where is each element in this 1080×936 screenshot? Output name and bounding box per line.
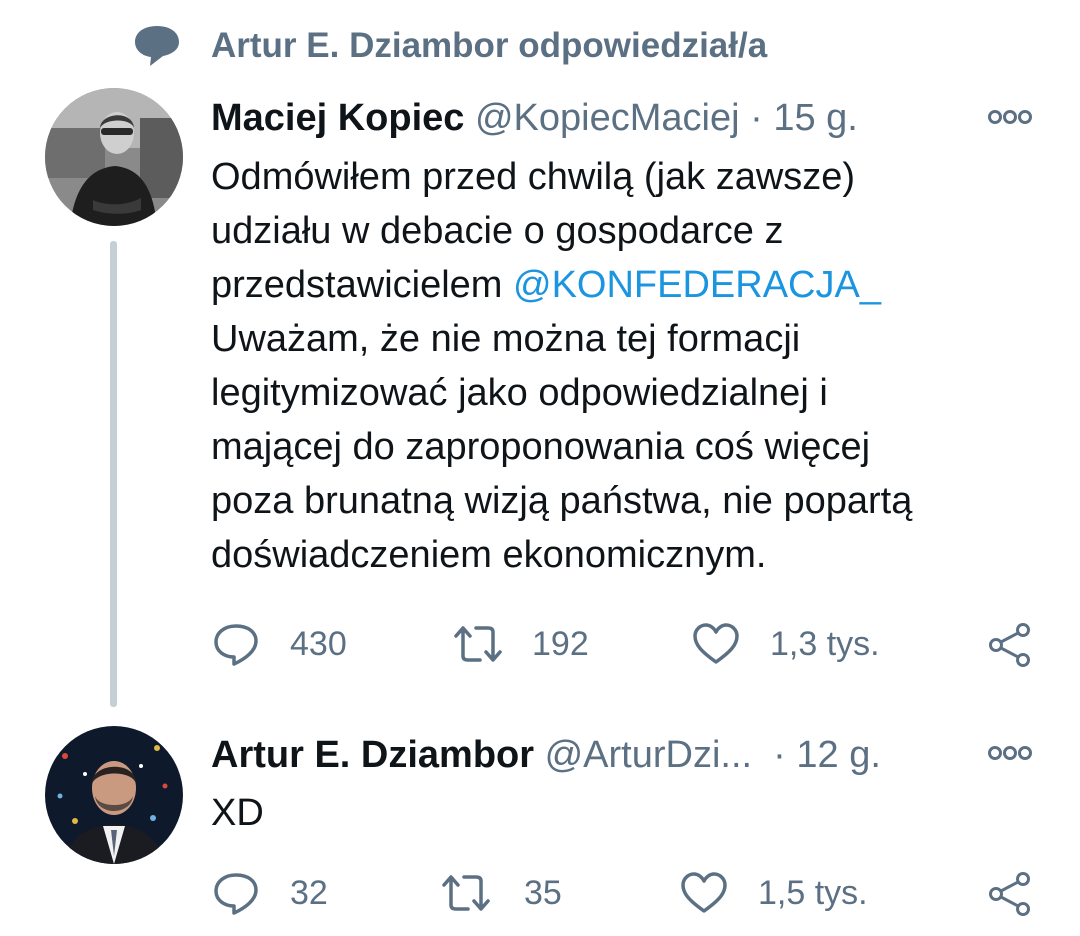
reply-action[interactable]: 32 xyxy=(212,871,372,915)
retweet-action[interactable]: 35 xyxy=(440,871,600,915)
reply-icon xyxy=(214,873,258,915)
like-action[interactable]: 1,3 tys. xyxy=(692,622,892,666)
reply-count: 430 xyxy=(290,625,347,663)
like-action[interactable]: 1,5 tys. xyxy=(680,871,880,915)
like-count: 1,5 tys. xyxy=(758,874,868,912)
reply-count: 32 xyxy=(290,874,328,912)
tweet-text-line: udziału w debacie o gospodarce z xyxy=(211,210,784,252)
reply-action[interactable]: 430 xyxy=(212,622,372,666)
tweet-text-line: legitymizować jako odpowiedzialnej i xyxy=(211,372,828,414)
tweet-text-line: XD xyxy=(211,792,264,834)
author-name[interactable]: Maciej Kopiec xyxy=(211,97,464,139)
avatar-artur-dziambor[interactable] xyxy=(45,726,183,864)
retweet-count: 192 xyxy=(532,625,589,663)
mention-link[interactable]: @KONFEDERACJA_ xyxy=(513,264,881,306)
avatar-maciej-kopiec[interactable] xyxy=(45,88,183,226)
more-options-icon[interactable] xyxy=(987,107,1033,127)
heart-icon xyxy=(681,872,727,913)
tweet-body: Odmówiłem przed chwilą (jak zawsze) udzi… xyxy=(211,150,1041,582)
author-handle[interactable]: @KopiecMaciej xyxy=(475,97,740,139)
tweet-text-line: Odmówiłem przed chwilą (jak zawsze) xyxy=(211,156,856,198)
separator-dot: · xyxy=(750,97,763,139)
author-name[interactable]: Artur E. Dziambor xyxy=(211,734,534,776)
retweet-icon xyxy=(454,626,502,662)
tweet-timestamp[interactable]: 15 g. xyxy=(773,97,858,139)
tweet-timestamp[interactable]: 12 g. xyxy=(796,734,881,776)
retweet-count: 35 xyxy=(524,874,562,912)
tweet-text-line: przedstawicielem @KONFEDERACJA_ xyxy=(211,258,1041,312)
author-handle[interactable]: @ArturDzi... xyxy=(545,733,763,777)
thread-connector-line xyxy=(110,241,117,707)
more-options-icon[interactable] xyxy=(987,743,1033,763)
retweet-action[interactable]: 192 xyxy=(452,622,612,666)
like-count: 1,3 tys. xyxy=(770,625,880,663)
reply-icon xyxy=(214,624,258,666)
reply-context-text: Artur E. Dziambor odpowiedział/a xyxy=(211,26,768,65)
tweet-text-segment: przedstawicielem xyxy=(211,264,513,306)
tweet-text-line: poza brunatną wizją państwa, nie popartą xyxy=(211,480,913,522)
tweet-header: Artur E. Dziambor @ArturDzi... · 12 g. xyxy=(211,733,881,777)
tweet-text-line: Uważam, że nie można tej formacji xyxy=(211,318,801,360)
heart-icon xyxy=(693,623,739,664)
share-icon[interactable] xyxy=(987,622,1033,668)
tweet-text-line: doświadczeniem ekonomicznym. xyxy=(211,534,767,576)
separator-dot: · xyxy=(773,734,786,776)
tweet-body: XD xyxy=(211,786,264,840)
speech-bubble-icon xyxy=(133,24,181,68)
share-icon[interactable] xyxy=(987,871,1033,917)
retweet-icon xyxy=(442,875,490,911)
tweet-text-line: mającej do zaproponowania coś więcej xyxy=(211,426,871,468)
tweet-header: Maciej Kopiec @KopiecMaciej · 15 g. xyxy=(211,96,858,140)
